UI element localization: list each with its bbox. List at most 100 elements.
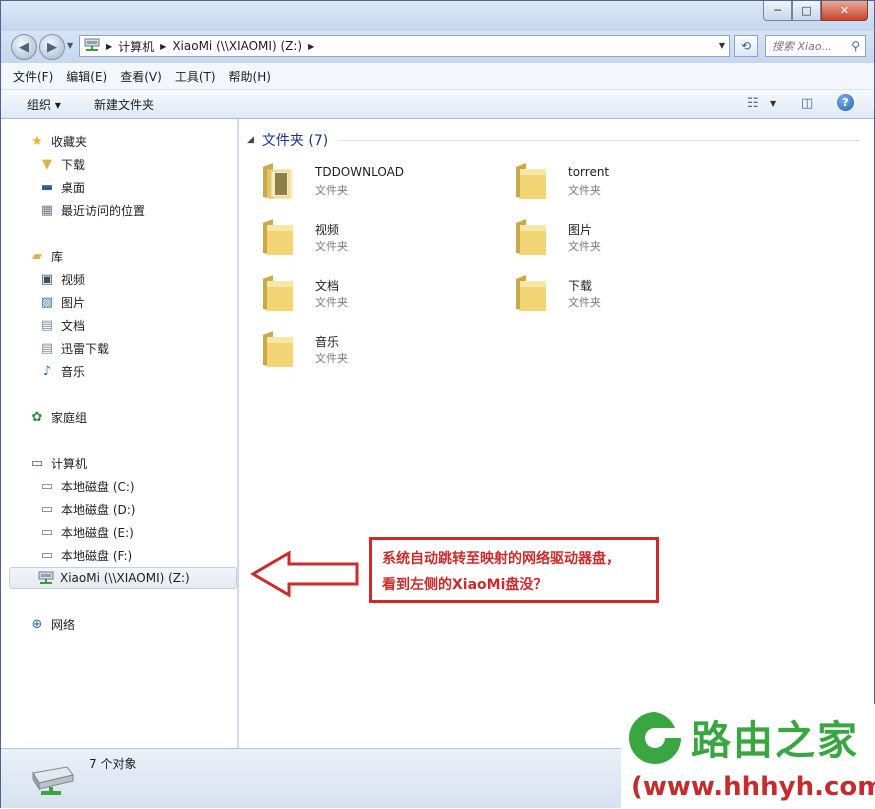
sidebar-item-pictures[interactable]: ▨ 图片 [39, 294, 85, 311]
breadcrumb-computer[interactable]: 计算机 [118, 38, 154, 55]
sidebar-item-label: 图片 [61, 296, 86, 310]
menu-file[interactable]: 文件(F) [13, 68, 53, 85]
menu-help[interactable]: 帮助(H) [229, 68, 271, 85]
sidebar-item-drive-f[interactable]: ▭ 本地磁盘 (F:) [39, 547, 132, 564]
breadcrumb-separator[interactable]: ▶ [160, 42, 166, 51]
sidebar-libraries[interactable]: ▰ 库 [29, 248, 63, 265]
sidebar-favorites[interactable]: ★ 收藏夹 [29, 133, 87, 150]
sidebar-item-xiaomi-drive[interactable]: XiaoMi (\\XIAOMI) (Z:) [9, 567, 237, 589]
refresh-button[interactable]: ⟲ [734, 35, 758, 57]
sidebar-item-documents[interactable]: ▤ 文档 [39, 317, 85, 334]
organize-button[interactable]: 组织 ▾ [27, 96, 61, 113]
xunlei-library-icon: ▤ [40, 341, 54, 356]
network-drive-icon [38, 570, 54, 586]
navigation-bar: ◀ ▶ ▼ ▶ 计算机 ▶ XiaoMi (\\XIAOMI) (Z:) ▶ ▼… [1, 31, 874, 63]
search-icon[interactable]: ⚲ [851, 39, 860, 53]
sidebar-item-drive-e[interactable]: ▭ 本地磁盘 (E:) [39, 524, 134, 541]
refresh-icon: ⟲ [740, 39, 752, 53]
folder-type: 文件夹 [315, 352, 348, 365]
sidebar-item-label: 网络 [51, 618, 76, 632]
folders-group-header[interactable]: ◢ 文件夹 (7) [247, 130, 328, 150]
recent-places-icon: ▦ [40, 203, 54, 218]
sidebar-item-recent-places[interactable]: ▦ 最近访问的位置 [39, 202, 145, 219]
menu-tools[interactable]: 工具(T) [175, 68, 216, 85]
music-note-icon: ♪ [42, 364, 52, 379]
sidebar-item-label: 下载 [61, 158, 86, 172]
breadcrumb-separator[interactable]: ▶ [106, 42, 112, 51]
folder-type: 文件夹 [568, 296, 601, 309]
new-folder-button[interactable]: 新建文件夹 [94, 96, 154, 113]
preview-pane-icon[interactable]: ◫ [801, 96, 813, 111]
download-folder-icon: ▼ [42, 157, 52, 172]
command-toolbar: 组织 ▾ 新建文件夹 ☷ ▼ ◫ ? [1, 90, 874, 119]
sidebar-homegroup[interactable]: ✿ 家庭组 [29, 409, 87, 426]
folder-icon [263, 275, 293, 311]
sidebar-item-label: 家庭组 [51, 411, 88, 425]
recent-pages-dropdown[interactable]: ▼ [67, 41, 73, 50]
sidebar-item-label: 迅雷下载 [61, 342, 110, 356]
folder-icon [263, 163, 293, 199]
sidebar-item-xunlei-downloads[interactable]: ▤ 迅雷下载 [39, 340, 109, 357]
folder-item[interactable]: torrent 文件夹 [514, 157, 734, 205]
folder-type: 文件夹 [568, 184, 601, 197]
view-options-icon[interactable]: ☷ [747, 96, 759, 111]
network-icon: ⊕ [31, 617, 43, 632]
folder-icon [516, 219, 546, 255]
sidebar-computer[interactable]: ▭ 计算机 [29, 455, 87, 472]
menu-view[interactable]: 查看(V) [120, 68, 162, 85]
back-button[interactable]: ◀ [11, 34, 37, 60]
folder-name: 下载 [568, 279, 593, 293]
watermark-url: (www.hhhyh.com) [631, 772, 875, 802]
folder-icon [516, 163, 546, 199]
folder-icon [263, 331, 293, 367]
search-input[interactable] [772, 39, 844, 53]
sidebar-item-desktop[interactable]: ▬ 桌面 [39, 179, 85, 196]
folder-item[interactable]: 视频 文件夹 [261, 213, 481, 261]
hard-drive-icon: ▭ [40, 502, 54, 517]
close-button[interactable]: ✕ [821, 1, 868, 21]
search-box[interactable]: ⚲ [765, 35, 866, 57]
sidebar-network[interactable]: ⊕ 网络 [29, 616, 75, 633]
picture-library-icon: ▨ [40, 295, 54, 310]
collapse-arrow-icon[interactable]: ◢ [247, 135, 254, 145]
left-arrow-icon [250, 550, 359, 598]
group-divider [339, 140, 860, 141]
sidebar-item-label: 库 [51, 250, 64, 264]
sidebar-item-drive-d[interactable]: ▭ 本地磁盘 (D:) [39, 501, 136, 518]
help-icon[interactable]: ? [837, 94, 854, 111]
folder-type: 文件夹 [315, 184, 348, 197]
forward-arrow-icon: ▶ [47, 39, 57, 55]
address-dropdown[interactable]: ▼ [719, 41, 725, 50]
folder-item[interactable]: 下载 文件夹 [514, 269, 734, 317]
folder-item[interactable]: 文档 文件夹 [261, 269, 481, 317]
window-controls: ─ □ ✕ [763, 1, 868, 21]
annotation-line-1: 系统自动跳转至映射的网络驱动器盘， [382, 551, 620, 567]
menu-edit[interactable]: 编辑(E) [66, 68, 107, 85]
explorer-window: ─ □ ✕ ◀ ▶ ▼ ▶ 计算机 ▶ XiaoMi (\\XIAOMI) (Z… [0, 0, 875, 809]
folder-item[interactable]: 音乐 文件夹 [261, 325, 481, 373]
view-dropdown-icon[interactable]: ▼ [770, 99, 776, 108]
sidebar-item-label: 文档 [61, 319, 86, 333]
maximize-button[interactable]: □ [792, 1, 821, 21]
folder-item[interactable]: 图片 文件夹 [514, 213, 734, 261]
breadcrumb-separator[interactable]: ▶ [308, 42, 314, 51]
folder-name: 图片 [568, 223, 593, 237]
document-library-icon: ▤ [40, 318, 54, 333]
folder-item[interactable]: TDDOWNLOAD 文件夹 [261, 157, 481, 205]
sidebar-item-label: 音乐 [61, 365, 86, 379]
item-count: 7 个对象 [89, 757, 137, 771]
sidebar-item-drive-c[interactable]: ▭ 本地磁盘 (C:) [39, 478, 135, 495]
forward-button[interactable]: ▶ [39, 34, 65, 60]
sidebar-item-videos[interactable]: ▣ 视频 [39, 271, 85, 288]
folder-name: 音乐 [315, 335, 340, 349]
sidebar-item-downloads[interactable]: ▼ 下载 [39, 156, 85, 173]
sidebar-item-music[interactable]: ♪ 音乐 [39, 363, 85, 380]
minimize-button[interactable]: ─ [763, 1, 792, 21]
library-icon: ▰ [32, 249, 42, 264]
breadcrumb-xiaomi-drive[interactable]: XiaoMi (\\XIAOMI) (Z:) [172, 39, 302, 53]
folder-name: 文档 [315, 279, 340, 293]
address-bar[interactable]: ▶ 计算机 ▶ XiaoMi (\\XIAOMI) (Z:) ▶ ▼ [79, 35, 730, 57]
sidebar-item-label: 本地磁盘 (D:) [61, 503, 136, 517]
folder-type: 文件夹 [315, 240, 348, 253]
file-list-pane: ◢ 文件夹 (7) TDDOWNLOAD 文件夹 torrent 文件夹 视频 … [239, 119, 874, 748]
